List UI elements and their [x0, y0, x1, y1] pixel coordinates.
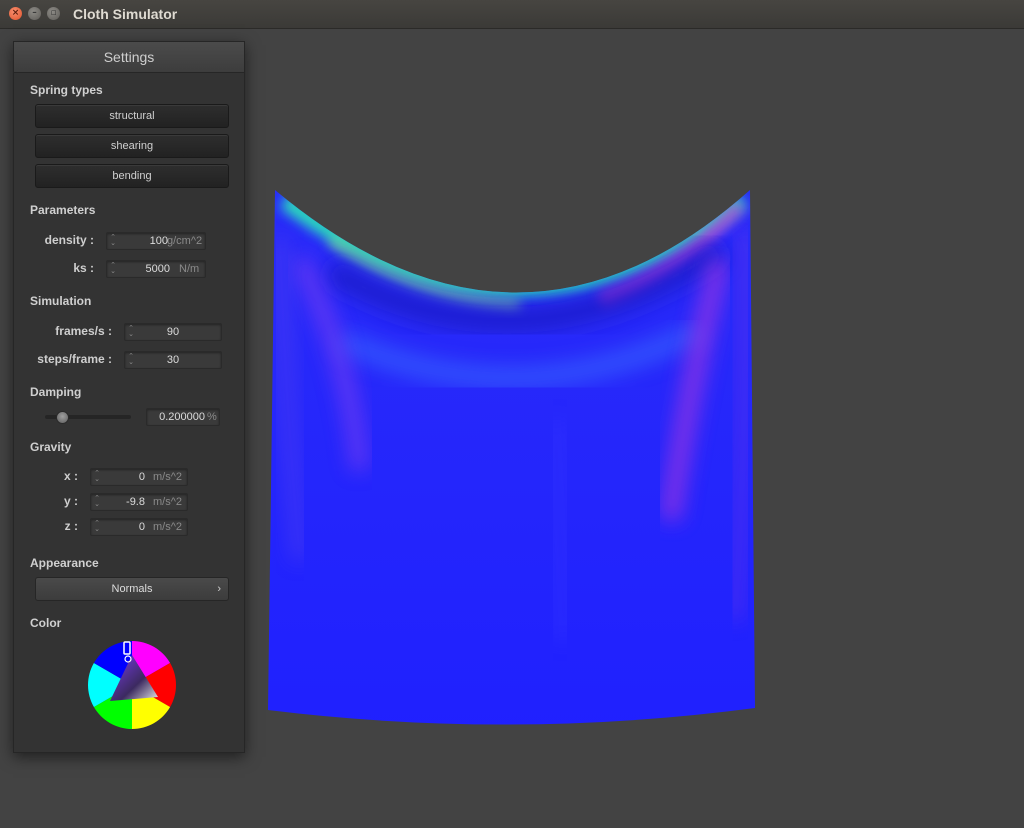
- gravity-y-unit: m/s^2: [153, 496, 182, 508]
- gravity-heading: Gravity: [30, 440, 72, 454]
- bending-button[interactable]: bending: [35, 164, 229, 188]
- parameters-heading: Parameters: [30, 203, 96, 217]
- gravity-y-label: y :: [63, 494, 78, 508]
- gravity-y-field[interactable]: ⌃ ⌄ -9.8 m/s^2: [90, 493, 188, 511]
- density-label: density :: [44, 233, 94, 247]
- chevron-right-icon: ›: [217, 583, 221, 595]
- damping-unit: %: [207, 411, 217, 423]
- spring-types-heading: Spring types: [30, 83, 103, 97]
- steps-per-frame-value: 30: [166, 354, 180, 366]
- gravity-z-value: 0: [138, 521, 145, 533]
- gravity-x-spinner-icon[interactable]: ⌃ ⌄: [94, 470, 100, 483]
- appearance-heading: Appearance: [30, 556, 99, 570]
- close-window-button[interactable]: ×: [9, 7, 22, 20]
- density-value: 100: [149, 235, 168, 247]
- gravity-y-spinner-icon[interactable]: ⌃ ⌄: [94, 495, 100, 508]
- cloth-mesh[interactable]: [260, 180, 770, 750]
- gravity-z-spinner-icon[interactable]: ⌃ ⌄: [94, 520, 100, 533]
- color-wheel[interactable]: [86, 639, 178, 731]
- structural-button[interactable]: structural: [35, 104, 229, 128]
- gravity-x-unit: m/s^2: [153, 471, 182, 483]
- frames-per-s-value: 90: [166, 326, 180, 338]
- ks-field[interactable]: ⌃ ⌄ 5000 N/m: [106, 260, 206, 278]
- ks-value: 5000: [145, 263, 170, 275]
- gravity-x-field[interactable]: ⌃ ⌄ 0 m/s^2: [90, 468, 188, 486]
- ks-label: ks :: [73, 261, 94, 275]
- density-unit: g/cm^2: [167, 235, 203, 247]
- gravity-z-unit: m/s^2: [153, 521, 182, 533]
- gravity-z-label: z :: [64, 519, 78, 533]
- minimize-window-button[interactable]: –: [28, 7, 41, 20]
- gravity-z-field[interactable]: ⌃ ⌄ 0 m/s^2: [90, 518, 188, 536]
- frames-per-s-field[interactable]: ⌃ ⌄ 90: [124, 323, 222, 341]
- steps-per-frame-label: steps/frame :: [37, 352, 112, 366]
- color-heading: Color: [30, 616, 62, 630]
- settings-panel-title[interactable]: Settings: [14, 42, 244, 73]
- ks-spinner-icon[interactable]: ⌃ ⌄: [110, 262, 116, 275]
- simulation-heading: Simulation: [30, 294, 92, 308]
- maximize-window-button[interactable]: ▫: [47, 7, 60, 20]
- density-spinner-icon[interactable]: ⌃ ⌄: [110, 234, 116, 247]
- damping-heading: Damping: [30, 385, 82, 399]
- window-title: Cloth Simulator: [73, 6, 178, 22]
- damping-field[interactable]: 0.200000 %: [146, 408, 220, 426]
- frames-per-s-label: frames/s :: [55, 324, 112, 338]
- steps-per-frame-field[interactable]: ⌃ ⌄ 30: [124, 351, 222, 369]
- damping-slider-handle[interactable]: [56, 411, 70, 424]
- shearing-button[interactable]: shearing: [35, 134, 229, 158]
- density-field[interactable]: ⌃ ⌄ 100 g/cm^2: [106, 232, 206, 250]
- gravity-y-value: -9.8: [126, 496, 145, 508]
- gravity-x-label: x :: [63, 469, 78, 483]
- ks-unit: N/m: [179, 263, 200, 275]
- appearance-dropdown[interactable]: Normals ›: [35, 577, 229, 601]
- appearance-selected: Normals: [111, 583, 153, 595]
- window-titlebar: × – ▫ Cloth Simulator: [0, 0, 1024, 29]
- gravity-x-value: 0: [138, 471, 145, 483]
- damping-value: 0.200000: [159, 411, 205, 423]
- settings-panel: Settings Spring types structural shearin…: [13, 41, 245, 753]
